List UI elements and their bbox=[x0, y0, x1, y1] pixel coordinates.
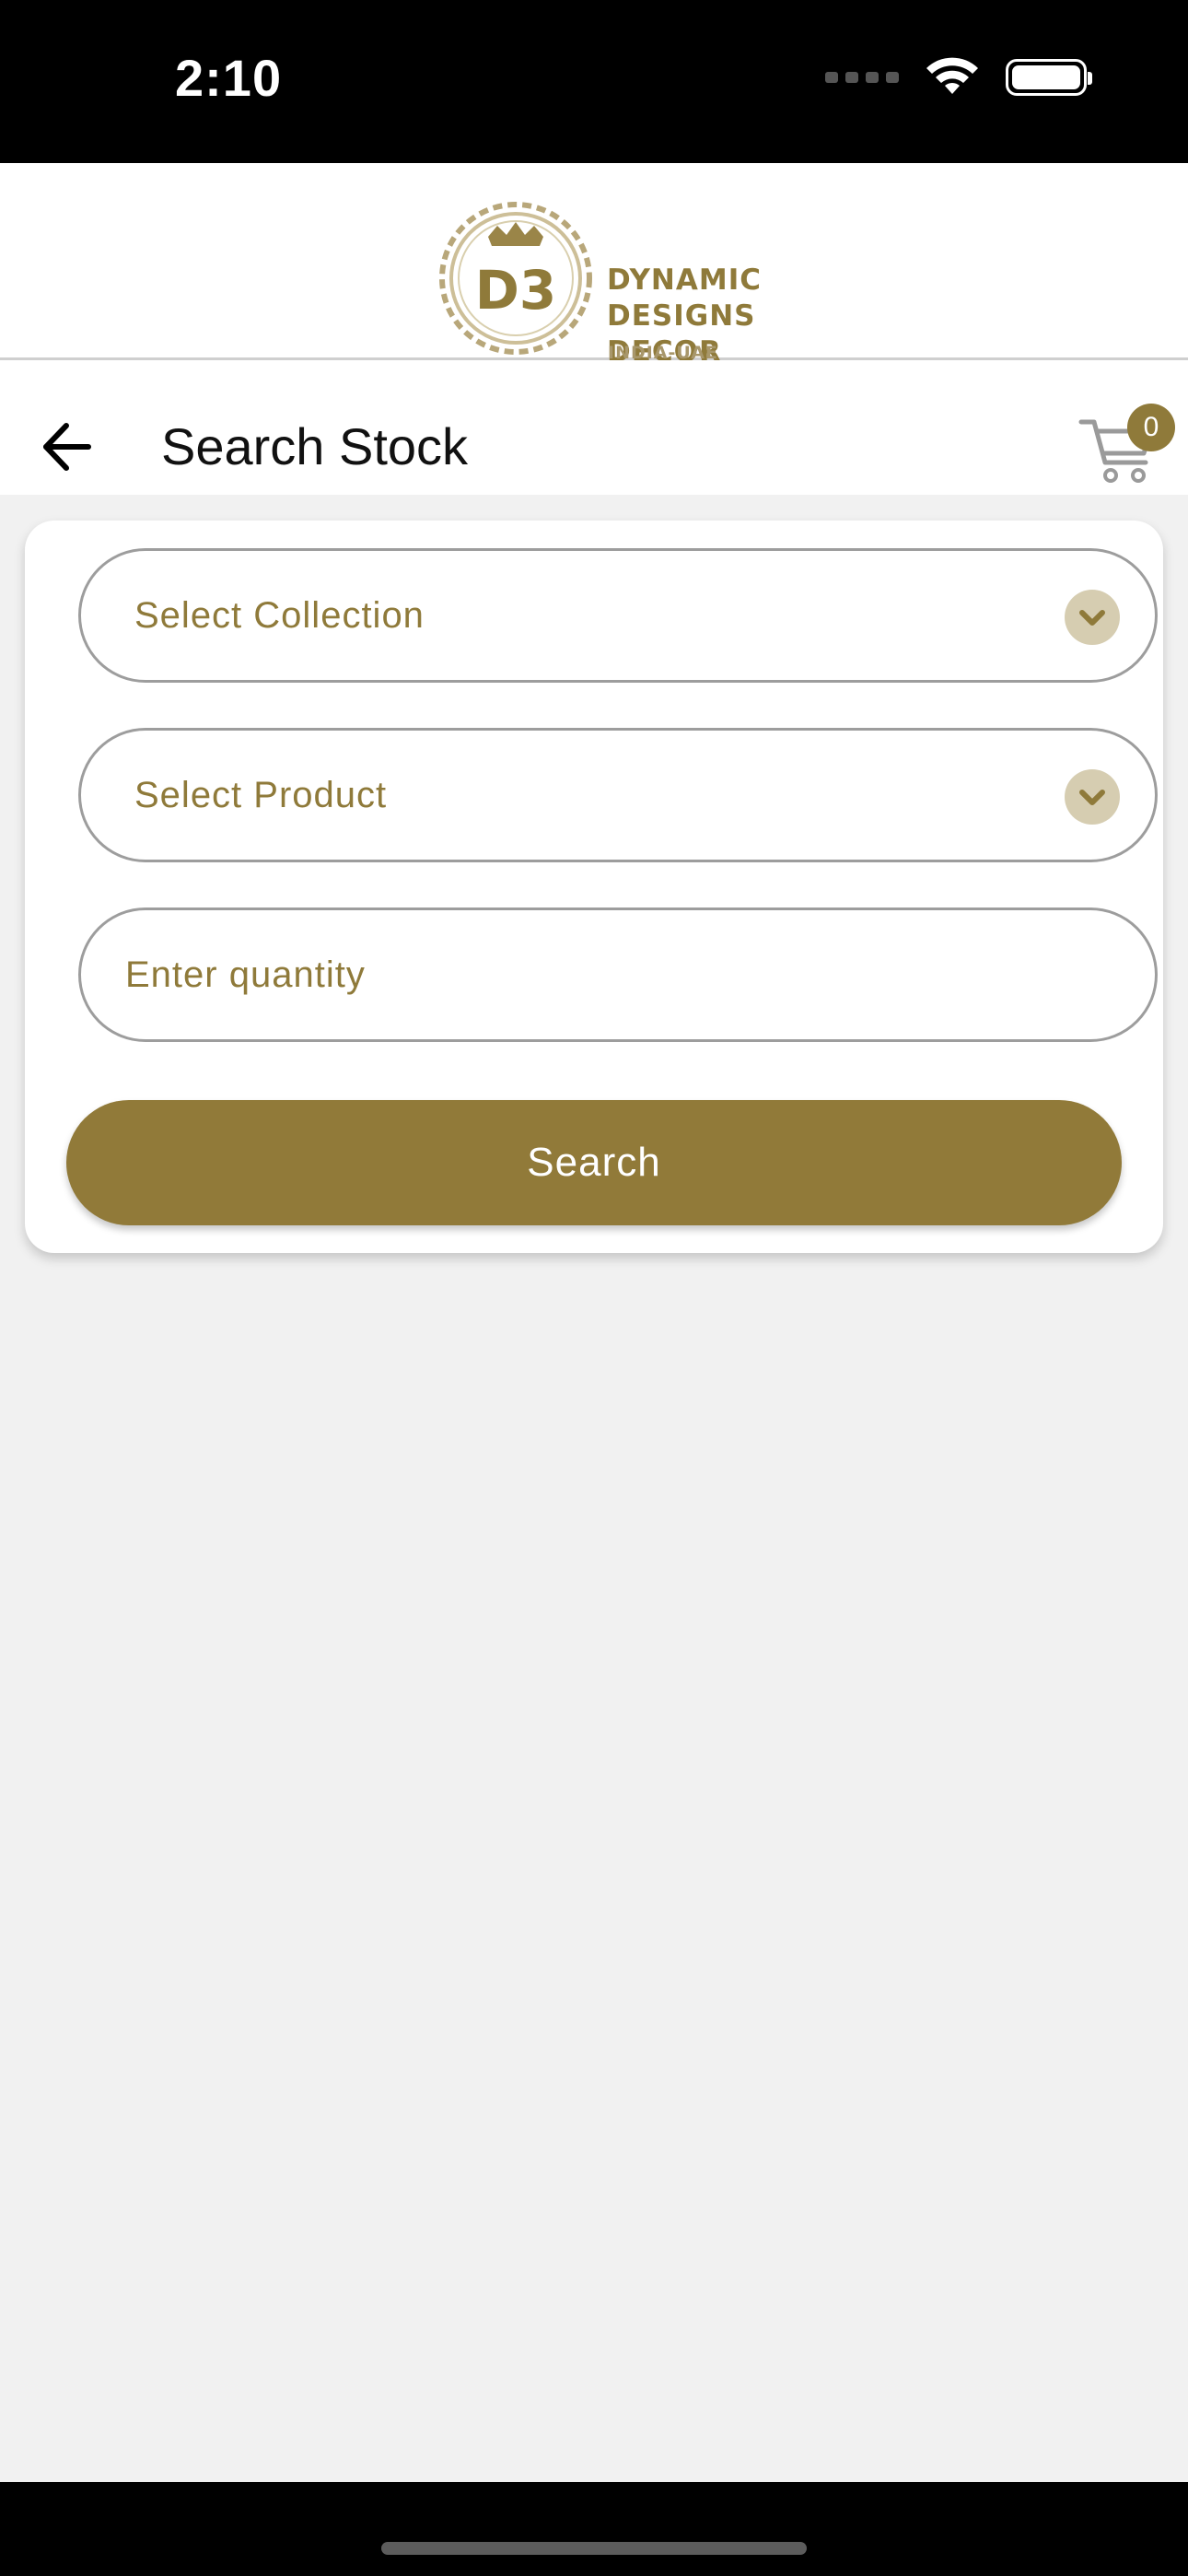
collection-dropdown-button[interactable] bbox=[1065, 590, 1120, 645]
back-button[interactable] bbox=[37, 415, 101, 479]
status-time: 2:10 bbox=[175, 49, 283, 107]
chevron-down-icon bbox=[1079, 610, 1105, 626]
quantity-field[interactable] bbox=[78, 907, 1158, 1042]
collection-select-label: Select Collection bbox=[134, 595, 425, 636]
collection-select[interactable]: Select Collection bbox=[78, 548, 1158, 683]
wifi-icon bbox=[926, 57, 978, 94]
search-form-card: Select Collection Select Product Search bbox=[25, 521, 1163, 1253]
brand-line-1: DYNAMIC bbox=[607, 263, 762, 297]
status-icons bbox=[825, 57, 1092, 98]
brand-line-2: DESIGNS bbox=[607, 299, 756, 333]
product-dropdown-button[interactable] bbox=[1065, 769, 1120, 825]
logo-bar: D3 DYNAMIC DESIGNS DECOR INDIA-UAE bbox=[0, 163, 1188, 369]
status-bar: 2:10 bbox=[0, 0, 1188, 163]
product-select-label: Select Product bbox=[134, 775, 388, 815]
page-title: Search Stock bbox=[161, 417, 469, 475]
cart-count-badge: 0 bbox=[1127, 404, 1175, 451]
battery-icon bbox=[1006, 59, 1092, 96]
home-indicator-area bbox=[0, 2482, 1188, 2576]
brand-logo: D3 DYNAMIC DESIGNS DECOR bbox=[437, 200, 768, 369]
quantity-input[interactable] bbox=[81, 910, 1155, 1039]
d3-emblem-icon: D3 bbox=[439, 202, 592, 355]
search-button[interactable]: Search bbox=[66, 1100, 1122, 1225]
product-select[interactable]: Select Product bbox=[78, 728, 1158, 862]
cellular-signal-icon bbox=[825, 72, 899, 83]
home-indicator[interactable] bbox=[381, 2542, 807, 2555]
arrow-left-icon bbox=[43, 423, 91, 471]
svg-text:D3: D3 bbox=[475, 259, 557, 322]
chevron-down-icon bbox=[1079, 790, 1105, 805]
